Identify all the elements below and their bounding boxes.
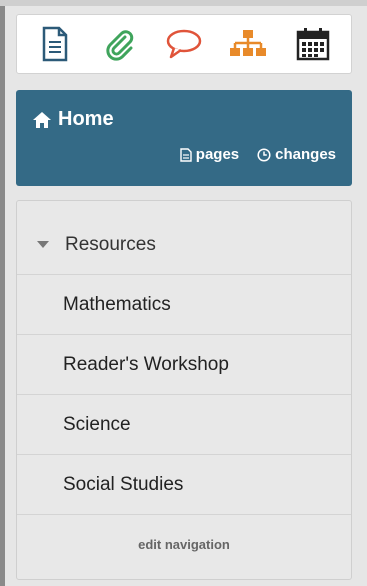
home-link[interactable]: Home bbox=[32, 108, 114, 131]
toolbar bbox=[16, 14, 352, 74]
page-button[interactable] bbox=[34, 23, 76, 65]
window-top-edge bbox=[0, 0, 367, 6]
clock-icon bbox=[257, 147, 271, 162]
nav-item-label: Social Studies bbox=[63, 473, 184, 495]
page-icon bbox=[42, 26, 68, 62]
nav-item-readers-workshop[interactable]: Reader's Workshop bbox=[17, 335, 351, 395]
page-small-icon bbox=[180, 147, 192, 162]
calendar-icon bbox=[296, 28, 329, 61]
comment-button[interactable] bbox=[163, 23, 205, 65]
nav-item-social-studies[interactable]: Social Studies bbox=[17, 455, 351, 515]
nav-item-mathematics[interactable]: Mathematics bbox=[17, 275, 351, 335]
attach-button[interactable] bbox=[99, 23, 141, 65]
comment-icon bbox=[166, 29, 202, 59]
sitemap-button[interactable] bbox=[227, 23, 269, 65]
nav-item-label: Reader's Workshop bbox=[63, 353, 229, 375]
changes-link[interactable]: changes bbox=[257, 146, 336, 163]
nav-section-resources[interactable]: Resources bbox=[17, 215, 351, 275]
edit-navigation-label: edit navigation bbox=[138, 536, 230, 552]
home-card: Home pages changes bbox=[16, 90, 352, 186]
nav-item-label: Mathematics bbox=[63, 293, 171, 315]
sitemap-icon bbox=[230, 30, 267, 56]
home-icon bbox=[33, 111, 51, 128]
edit-navigation-link[interactable]: edit navigation bbox=[17, 515, 351, 573]
nav-item-label: Science bbox=[63, 413, 131, 435]
home-actions: pages changes bbox=[180, 146, 336, 163]
caret-down-icon[interactable] bbox=[37, 241, 49, 248]
nav-section-label: Resources bbox=[65, 233, 156, 255]
paperclip-icon bbox=[105, 30, 133, 61]
home-title: Home bbox=[58, 108, 114, 130]
changes-label: changes bbox=[275, 146, 336, 163]
nav-item-science[interactable]: Science bbox=[17, 395, 351, 455]
window-edge bbox=[0, 0, 5, 586]
pages-label: pages bbox=[195, 146, 240, 163]
calendar-button[interactable] bbox=[292, 23, 334, 65]
pages-link[interactable]: pages bbox=[180, 146, 239, 163]
navigation-panel: Resources Mathematics Reader's Workshop … bbox=[16, 200, 352, 580]
